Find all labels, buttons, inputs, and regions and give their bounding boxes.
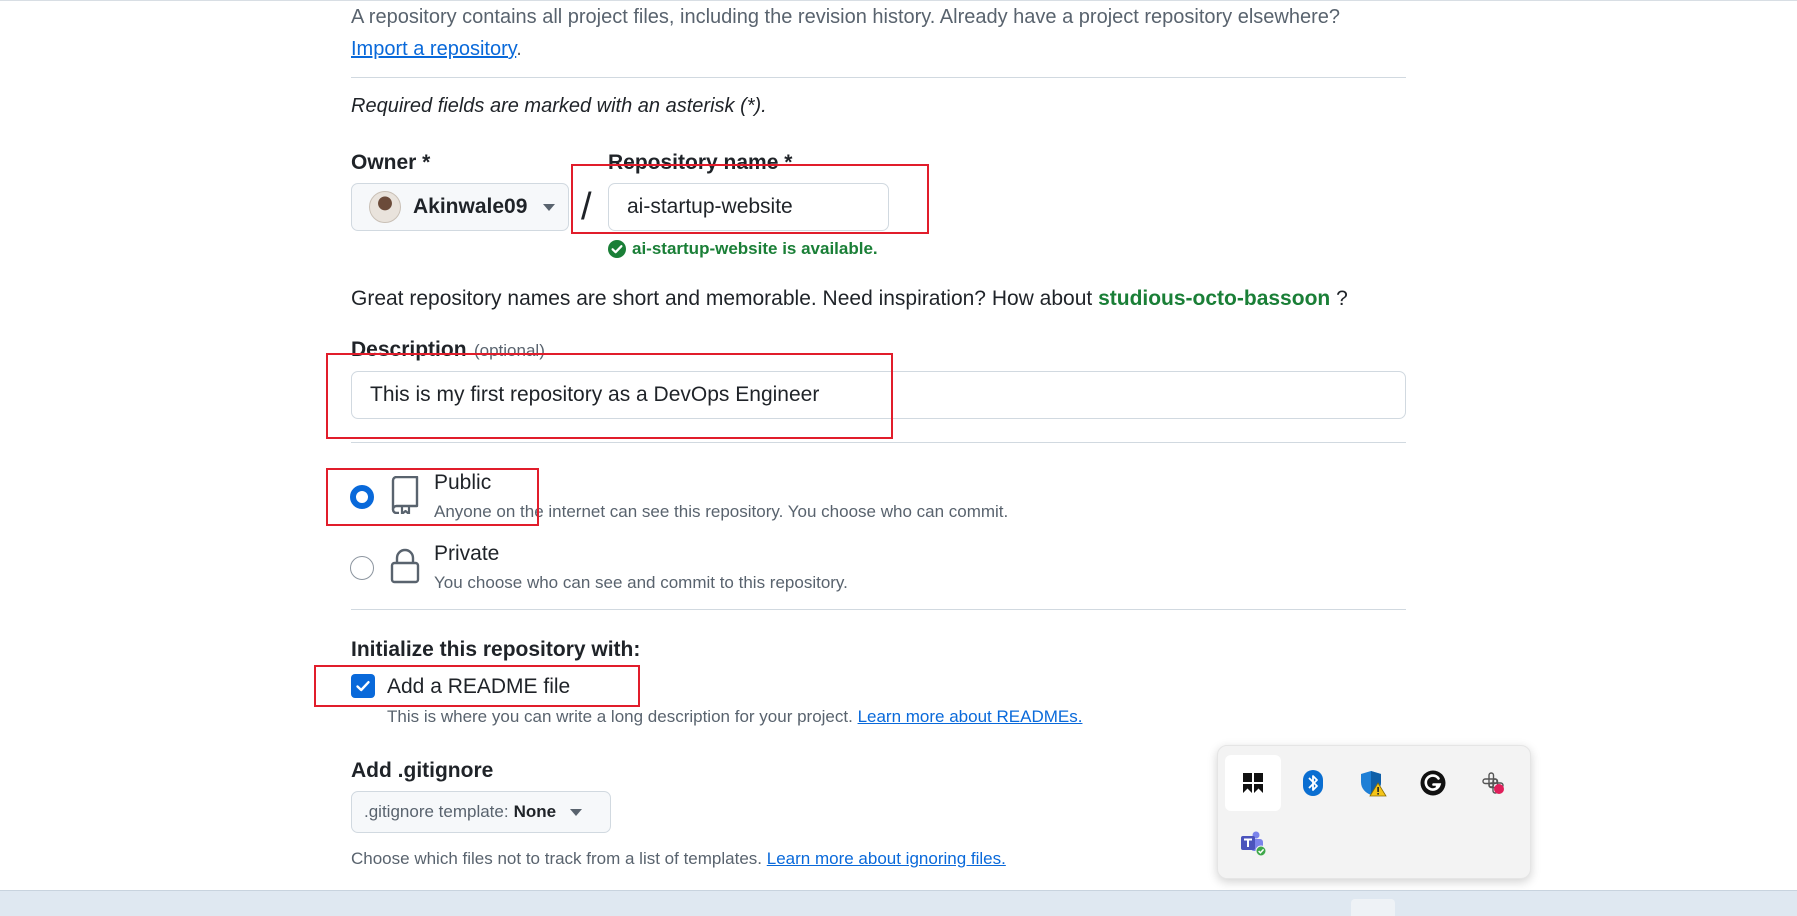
taskbar [0, 890, 1797, 916]
chevron-down-icon [570, 808, 583, 816]
lock-icon [390, 548, 420, 584]
intro-sentence: A repository contains all project files,… [351, 6, 1341, 28]
initialize-heading: Initialize this repository with: [351, 638, 641, 661]
optional-hint: (optional) [473, 341, 545, 360]
divider [351, 77, 1406, 78]
intro-period: . [516, 38, 522, 60]
teams-icon[interactable] [1225, 815, 1281, 871]
public-description: Anyone on the internet can see this repo… [434, 502, 1009, 521]
inspiration-end: ? [1336, 287, 1348, 310]
import-repository-link[interactable]: Import a repository [351, 38, 516, 60]
repository-name-label: Repository name * [608, 151, 793, 174]
readme-help-text: This is where you can write a long descr… [387, 707, 853, 726]
required-note: Required fields are marked with an aster… [351, 95, 767, 117]
gitignore-help: Choose which files not to track from a l… [351, 849, 1006, 869]
system-tray-overflow [1217, 745, 1531, 879]
chevron-down-icon [543, 203, 556, 211]
owner-dropdown[interactable]: Akinwale09 [351, 183, 569, 231]
gitignore-template-prefix: .gitignore template: [364, 802, 509, 821]
import-line: Import a repository. [351, 38, 522, 61]
owner-name: Akinwale09 [413, 195, 528, 218]
intro-text: A repository contains all project files,… [351, 6, 1340, 29]
learn-more-gitignore-link[interactable]: Learn more about ignoring files. [767, 849, 1006, 868]
readme-help: This is where you can write a long descr… [387, 707, 1082, 727]
private-description: You choose who can see and commit to thi… [434, 573, 848, 592]
repo-icon [391, 476, 419, 514]
readme-checkbox[interactable] [351, 674, 375, 698]
description-label: Description [351, 338, 467, 361]
public-radio[interactable] [350, 485, 374, 509]
app-icon[interactable] [1225, 755, 1281, 811]
bluetooth-icon[interactable] [1285, 755, 1341, 811]
slack-icon[interactable] [1465, 755, 1521, 811]
private-radio[interactable] [350, 556, 374, 580]
gitignore-template-value: None [513, 802, 557, 821]
grammarly-icon[interactable] [1405, 755, 1461, 811]
learn-more-readmes-link[interactable]: Learn more about READMEs. [858, 707, 1083, 726]
description-input[interactable] [351, 371, 1406, 419]
checkmark-icon [356, 681, 370, 692]
public-title: Public [434, 471, 492, 494]
top-border [0, 0, 1797, 1]
availability-message: ai-startup-website is available. [608, 239, 878, 259]
availability-text: ai-startup-website is available. [632, 239, 878, 258]
check-circle-icon [608, 240, 626, 258]
inspiration-line: Great repository names are short and mem… [351, 287, 1348, 311]
gitignore-heading: Add .gitignore [351, 759, 494, 782]
security-warning-icon[interactable] [1345, 755, 1401, 811]
readme-label[interactable]: Add a README file [387, 675, 570, 699]
gitignore-help-text: Choose which files not to track from a l… [351, 849, 763, 868]
owner-label: Owner * [351, 151, 431, 174]
inspiration-text: Great repository names are short and mem… [351, 287, 1093, 310]
owner-repo-separator: / [581, 186, 592, 228]
repository-name-input[interactable] [608, 183, 889, 231]
gitignore-template-dropdown[interactable]: .gitignore template: None [351, 791, 611, 833]
avatar [369, 191, 401, 223]
divider [351, 442, 1406, 443]
suggested-name[interactable]: studious-octo-bassoon [1098, 287, 1330, 310]
description-label-row: Description (optional) [351, 338, 545, 362]
taskbar-button[interactable] [1351, 899, 1395, 916]
private-title: Private [434, 542, 500, 565]
divider [351, 609, 1406, 610]
